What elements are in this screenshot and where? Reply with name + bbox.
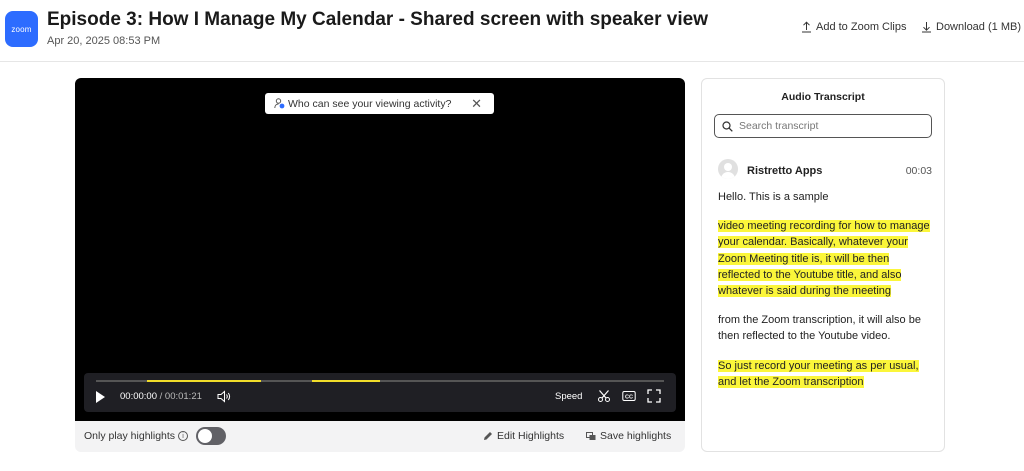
transcript-panel: Audio Transcript Ristretto Apps 00:03 He… [701,78,945,452]
speaker-name: Ristretto Apps [747,165,823,177]
fullscreen-icon[interactable] [647,389,661,403]
zoom-logo: zoom [5,11,38,47]
save-highlights-icon [586,432,596,440]
edit-highlights-label: Edit Highlights [497,430,565,442]
info-icon[interactable]: i [178,431,189,441]
video-player[interactable]: Who can see your viewing activity? ✕ 00:… [75,78,685,421]
download-button[interactable]: Download (1 MB) [921,21,1021,33]
transcript-search[interactable] [714,114,932,138]
segment-text: So just record your meeting as per usual… [718,359,919,388]
transcript-timestamp[interactable]: 00:03 [906,165,932,177]
viewing-activity-text: Who can see your viewing activity? [288,97,452,110]
closed-captions-icon[interactable]: CC [622,389,636,403]
segment-text: from the Zoom transcription, it will als… [718,314,921,343]
search-input[interactable] [739,120,919,132]
edit-highlights-button[interactable]: Edit Highlights [483,430,564,442]
time-display: 00:00:00 / 00:01:21 [120,391,202,402]
time-separator: / [159,391,163,402]
transcript-segments: Hello. This is a sample video meeting re… [718,189,930,403]
highlight-segment[interactable] [147,380,261,382]
transcript-title: Audio Transcript [781,91,865,103]
search-icon [722,120,733,132]
close-icon[interactable]: ✕ [471,96,482,112]
transcript-segment[interactable]: from the Zoom transcription, it will als… [718,312,930,344]
volume-icon[interactable] [217,390,231,403]
transcript-segment[interactable]: video meeting recording for how to manag… [718,218,930,299]
save-highlights-button[interactable]: Save highlights [586,430,671,442]
user-privacy-icon [274,98,285,109]
speed-button[interactable]: Speed [555,391,582,402]
highlight-bar: Only play highlights i Edit Highlights S… [75,421,685,452]
recording-date: Apr 20, 2025 08:53 PM [47,35,161,47]
scissors-icon[interactable] [597,389,611,403]
segment-text: video meeting recording for how to manag… [718,220,930,298]
add-to-zoom-clips-button[interactable]: Add to Zoom Clips [801,21,906,33]
only-play-highlights-label: Only play highlights [84,430,176,442]
play-button[interactable] [96,391,105,403]
logo-text: zoom [11,24,32,34]
segment-text: Hello. This is a sample [718,191,829,203]
save-highlights-label: Save highlights [600,430,672,442]
upload-icon [802,21,811,33]
duration: 00:01:21 [164,391,202,402]
pencil-icon [484,432,492,440]
current-time: 00:00:00 [120,391,157,402]
download-icon [922,22,931,33]
progress-track[interactable] [96,380,664,382]
page-title: Episode 3: How I Manage My Calendar - Sh… [47,9,708,30]
only-play-highlights: Only play highlights i [84,430,189,442]
page-header: zoom Episode 3: How I Manage My Calendar… [0,0,1024,62]
highlight-segment[interactable] [311,380,380,382]
toggle-knob [198,429,212,443]
player-controls: 00:00:00 / 00:01:21 Speed CC [84,373,676,412]
transcript-segment[interactable]: Hello. This is a sample [718,189,930,205]
transcript-segment[interactable]: So just record your meeting as per usual… [718,358,930,390]
download-label: Download (1 MB) [936,21,1021,33]
add-to-zoom-clips-label: Add to Zoom Clips [816,21,907,33]
speaker-avatar [718,159,738,179]
viewing-activity-tip[interactable]: Who can see your viewing activity? ✕ [265,93,494,114]
svg-text:CC: CC [625,395,633,401]
only-play-highlights-toggle[interactable] [196,427,226,445]
